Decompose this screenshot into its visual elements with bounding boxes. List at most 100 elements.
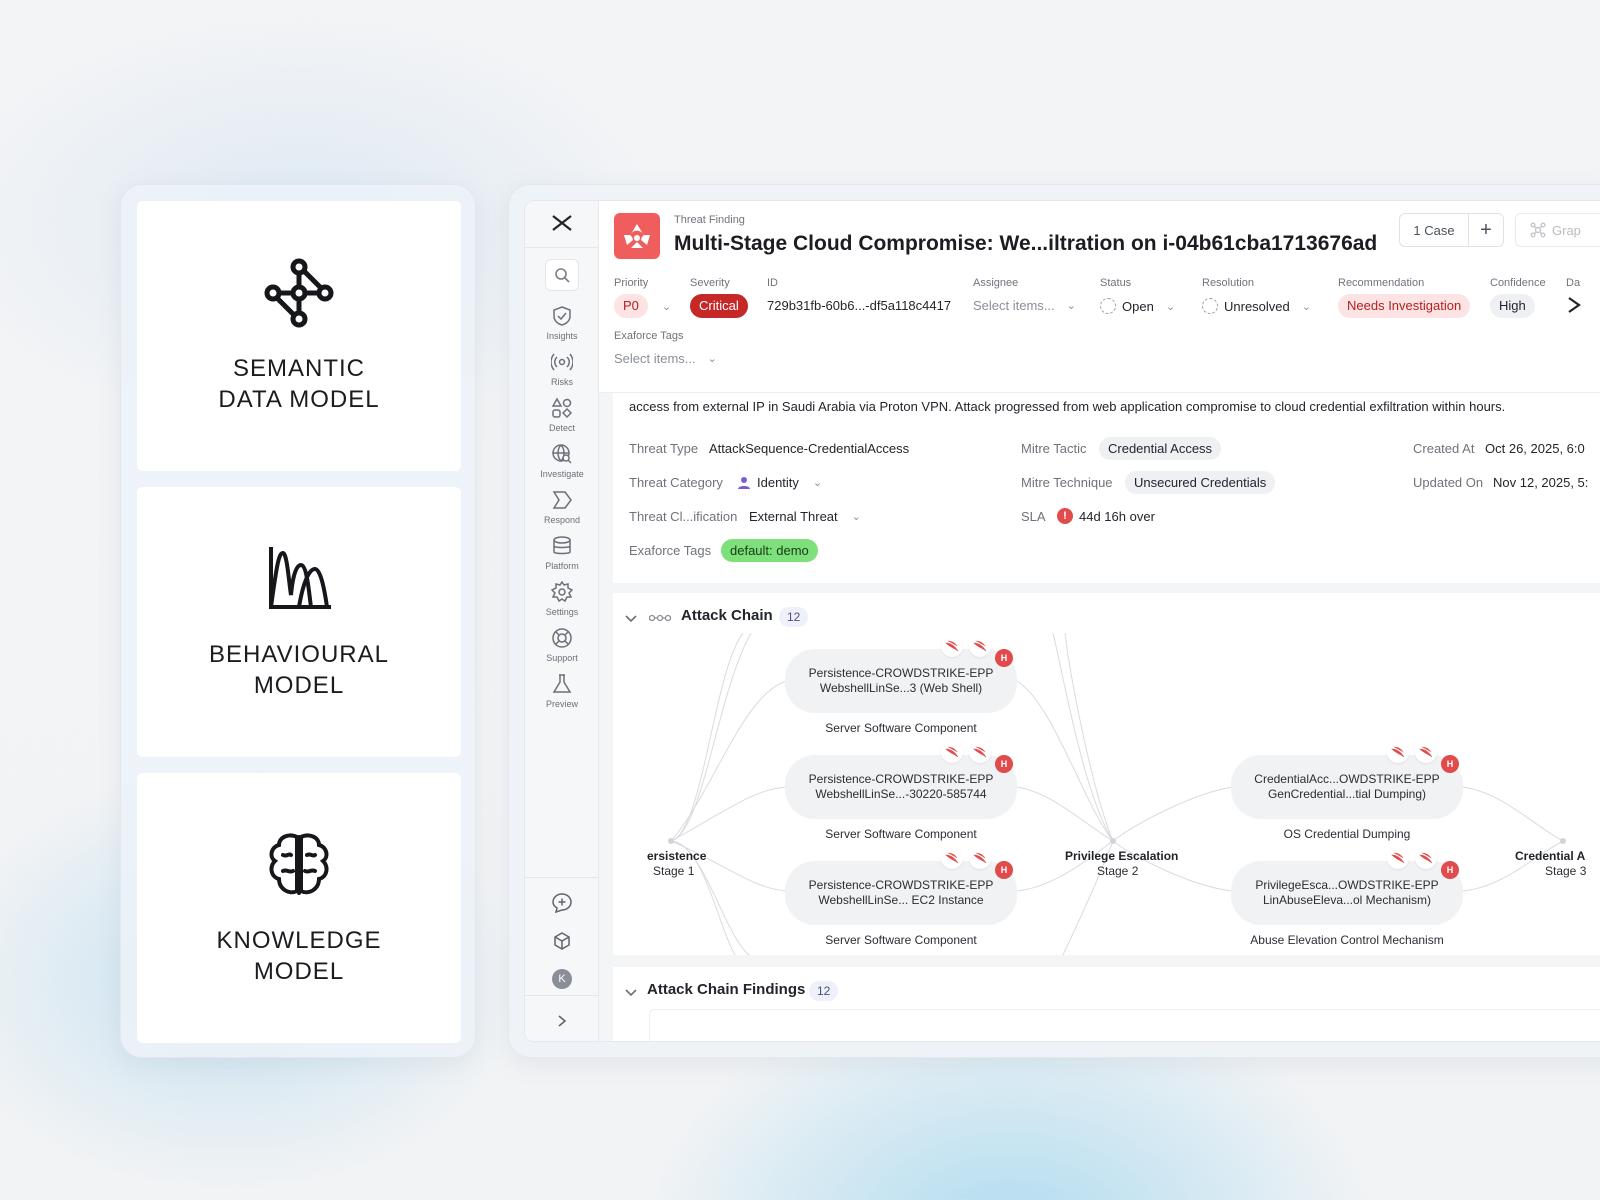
resolution-select[interactable]: Unresolved ⌄ <box>1202 298 1311 314</box>
chat-plus-icon[interactable] <box>550 891 574 915</box>
sidebar-item-label: Preview <box>545 699 578 709</box>
confidence-value[interactable]: High <box>1490 294 1535 318</box>
model-title: KNOWLEDGE MODEL <box>216 927 382 985</box>
avatar[interactable]: K <box>550 967 574 991</box>
threat-type-value: AttackSequence-CredentialAccess <box>709 441 910 456</box>
findings-title: Attack Chain Findings <box>647 981 806 998</box>
cube-icon[interactable] <box>550 929 574 953</box>
threat-type-label: Threat Type <box>629 441 699 456</box>
sidebar-item-label: Support <box>546 653 578 663</box>
shield-check-icon <box>553 306 571 326</box>
chain-node[interactable]: Persistence-CROWDSTRIKE-EPP WebshellLinS… <box>785 861 1017 925</box>
flask-icon <box>552 674 572 693</box>
status-circle-icon <box>1100 298 1116 314</box>
severity-label: Severity <box>690 277 730 289</box>
add-case-button[interactable]: + <box>1468 213 1504 247</box>
case-button[interactable]: 1 Case <box>1399 213 1469 247</box>
sidebar-item-label: Risks <box>551 377 573 387</box>
chevron-down-icon: ⌄ <box>1301 300 1311 313</box>
sidebar-item-support[interactable]: Support <box>525 627 599 671</box>
sidebar-item-detect[interactable]: Detect <box>525 397 599 441</box>
severity-select[interactable]: Critical <box>690 294 748 318</box>
sidebar-item-preview[interactable]: Preview <box>525 673 599 717</box>
chain-node[interactable]: Persistence-CROWDSTRIKE-EPP WebshellLinS… <box>785 649 1017 713</box>
severity-h-badge: H <box>1441 755 1459 773</box>
collapse-chevron-icon[interactable] <box>625 985 637 1003</box>
findings-count: 12 <box>809 981 839 1001</box>
confidence-badge: High <box>1490 294 1535 318</box>
details-tags-label: Exaforce Tags <box>629 543 712 558</box>
finding-header: Threat Finding Multi-Stage Cloud Comprom… <box>599 201 1600 393</box>
gear-icon <box>551 581 573 603</box>
node-line: LinAbuseEleva...ol Mechanism) <box>1262 893 1432 907</box>
node-line: Persistence-CROWDSTRIKE-EPP <box>808 878 994 892</box>
chevron-down-icon: ⌄ <box>661 300 672 313</box>
chevron-arrow-icon <box>552 491 572 509</box>
node-caption: Server Software Component <box>825 721 977 735</box>
chain-node[interactable]: CredentialAcc...OWDSTRIKE-EPP GenCredent… <box>1231 755 1463 819</box>
tag-badge[interactable]: default: demo <box>721 539 818 562</box>
severity-badge: Critical <box>690 294 748 318</box>
id-text: 729b31fb-60b6...-df5a118c4417 <box>767 298 952 313</box>
globe-search-icon <box>552 444 572 464</box>
threat-category-select[interactable]: Identity ⌄ <box>737 475 822 490</box>
node-line: WebshellLinSe... EC2 Instance <box>818 893 984 907</box>
threat-classification-select[interactable]: External Threat ⌄ <box>749 509 861 524</box>
broadcast-icon <box>551 353 573 371</box>
sla-value: ! 44d 16h over <box>1057 508 1155 524</box>
brain-icon <box>269 833 329 895</box>
severity-h-badge: H <box>995 649 1013 667</box>
crowdstrike-icon <box>969 635 991 657</box>
sidebar-item-platform[interactable]: Platform <box>525 535 599 579</box>
confidence-label: Confidence <box>1490 277 1546 289</box>
id-label: ID <box>767 277 778 289</box>
recommendation-badge: Needs Investigation <box>1338 294 1471 318</box>
attack-chain-section: Attack Chain 12 ersistence Stage 1 Privi… <box>613 593 1600 955</box>
finding-details: access from external IP in Saudi Arabia … <box>613 393 1600 583</box>
avatar-initial: K <box>552 969 572 989</box>
mitre-tactic-label: Mitre Tactic <box>1021 441 1087 456</box>
stage-title: Credential A <box>1515 849 1586 863</box>
created-at-value: Oct 26, 2025, 6:0 <box>1485 441 1585 456</box>
status-select[interactable]: Open ⌄ <box>1100 298 1175 314</box>
stage-subtitle: Stage 3 <box>1545 864 1587 878</box>
assignee-placeholder: Select items... <box>973 298 1055 313</box>
app-window: Insights Risks Detect Investigate Respon… <box>524 200 1600 1042</box>
severity-h-badge: H <box>995 861 1013 879</box>
finding-description: access from external IP in Saudi Arabia … <box>629 399 1506 414</box>
resolution-circle-icon <box>1202 298 1218 314</box>
sidebar-item-respond[interactable]: Respond <box>525 489 599 533</box>
stage-subtitle: Stage 2 <box>1097 864 1139 878</box>
chain-node[interactable]: PrivilegeEsca...OWDSTRIKE-EPP LinAbuseEl… <box>1231 861 1463 925</box>
search-icon[interactable] <box>545 259 579 291</box>
sidebar-item-investigate[interactable]: Investigate <box>525 443 599 487</box>
expand-sidebar-icon[interactable] <box>550 1009 574 1033</box>
priority-select[interactable]: P0 ⌄ <box>614 294 671 318</box>
sla-text: 44d 16h over <box>1079 508 1155 524</box>
crowdstrike-icon <box>969 741 991 763</box>
assignee-select[interactable]: Select items... ⌄ <box>973 298 1076 313</box>
resolution-value: Unresolved <box>1224 298 1290 314</box>
data-source-label: Da <box>1566 277 1581 289</box>
data-source-icon[interactable] <box>1567 295 1581 315</box>
crowdstrike-icon <box>1415 741 1437 763</box>
network-graph-icon <box>264 258 334 328</box>
app-logo-icon[interactable] <box>549 211 575 235</box>
mitre-technique-badge: Unsecured Credentials <box>1125 471 1276 494</box>
node-caption: Abuse Elevation Control Mechanism <box>1250 933 1444 947</box>
crowdstrike-icon <box>941 741 963 763</box>
sidebar-item-insights[interactable]: Insights <box>525 305 599 349</box>
exaforce-tags-select[interactable]: Select items... ⌄ <box>614 351 717 366</box>
graph-button-label: Grap <box>1552 222 1581 238</box>
recommendation-value[interactable]: Needs Investigation <box>1338 294 1471 318</box>
severity-h-badge: H <box>1441 861 1459 879</box>
sidebar-item-risks[interactable]: Risks <box>525 351 599 395</box>
node-line: Persistence-CROWDSTRIKE-EPP <box>808 772 994 786</box>
priority-badge: P0 <box>614 294 648 318</box>
attack-chain-findings-section: Attack Chain Findings 12 <box>613 967 1600 1041</box>
threat-classification-label: Threat Cl...ification <box>629 509 738 524</box>
sidebar-item-settings[interactable]: Settings <box>525 581 599 625</box>
graph-button[interactable]: Grap <box>1515 213 1600 247</box>
stage-title: Privilege Escalation <box>1065 849 1179 863</box>
chain-node[interactable]: Persistence-CROWDSTRIKE-EPP WebshellLinS… <box>785 755 1017 819</box>
